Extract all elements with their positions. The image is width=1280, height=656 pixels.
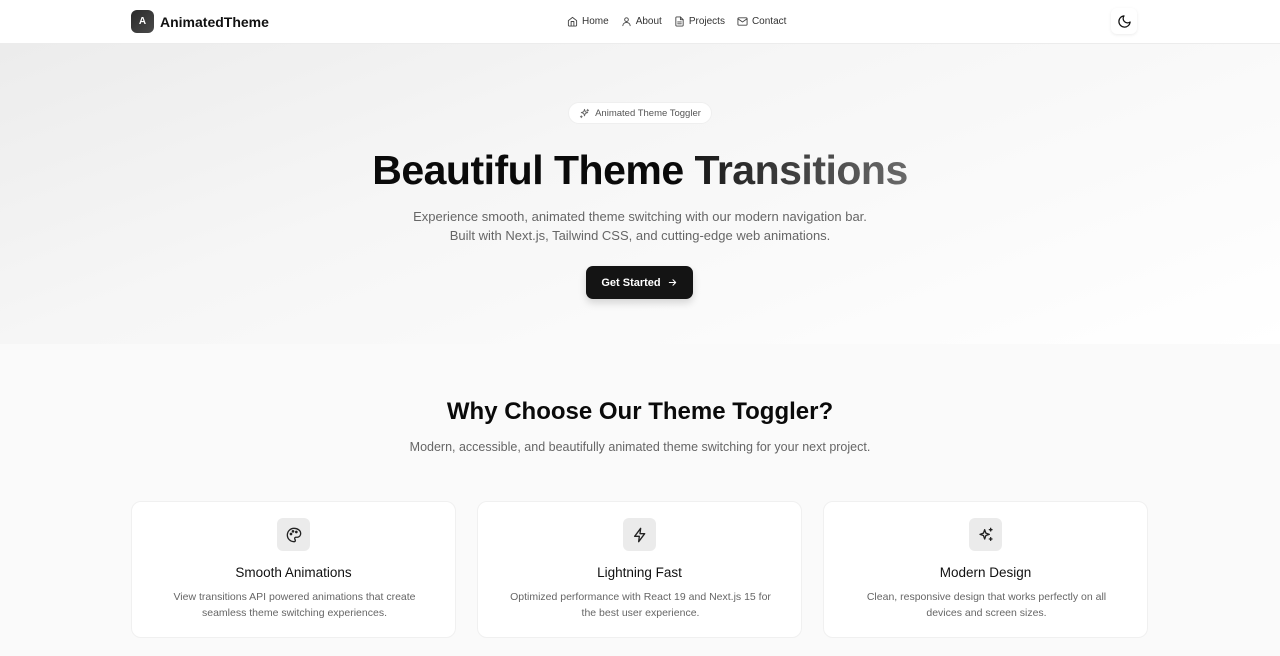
features-title: Why Choose Our Theme Toggler? — [446, 398, 834, 425]
hero-badge-label: Animated Theme Toggler — [595, 107, 701, 119]
nav-item-label: Home — [582, 15, 609, 27]
get-started-label: Get Started — [601, 276, 661, 289]
feature-card-modern-design: Modern Design Clean, responsive design t… — [823, 501, 1148, 638]
feature-icon-box — [623, 518, 656, 551]
feature-title: Modern Design — [939, 565, 1032, 580]
hero-badge: Animated Theme Toggler — [568, 102, 712, 124]
zap-icon — [633, 527, 645, 542]
moon-icon — [1117, 14, 1131, 28]
feature-description: Optimized performance with React 19 and … — [510, 591, 771, 619]
nav-item-about[interactable]: About — [621, 14, 662, 28]
user-icon — [622, 16, 631, 26]
get-started-button[interactable]: Get Started — [586, 266, 693, 299]
arrow-right-icon — [668, 279, 676, 286]
nav-item-label: Contact — [751, 15, 787, 27]
hero-title-main: Beautiful Theme — [372, 147, 695, 193]
nav-item-contact[interactable]: Contact — [737, 14, 786, 28]
sparkles-icon — [580, 108, 590, 118]
feature-description: View transitions API powered animations … — [173, 591, 416, 619]
nav-item-projects[interactable]: Projects — [674, 14, 725, 28]
sparkles-icon — [978, 527, 993, 541]
hero-title: Beautiful Theme Transitions — [0, 147, 1280, 194]
feature-card-smooth-animations: Smooth Animations View transitions API p… — [131, 501, 456, 638]
navbar: A AnimatedTheme Home About Projects Cont… — [0, 0, 1280, 44]
feature-title: Lightning Fast — [597, 565, 682, 580]
feature-icon-box — [277, 518, 310, 551]
feature-card-lightning-fast: Lightning Fast Optimized performance wit… — [477, 501, 802, 638]
file-icon — [675, 15, 684, 27]
brand-mark: A — [131, 10, 154, 33]
brand-logo[interactable]: A AnimatedTheme — [131, 10, 269, 33]
features-subtitle: Modern, accessible, and beautifully anim… — [409, 440, 871, 454]
feature-title: Smooth Animations — [235, 565, 352, 580]
palette-icon — [286, 527, 301, 542]
mail-icon — [737, 16, 748, 26]
hero-subtitle: Experience smooth, animated theme switch… — [413, 209, 867, 243]
feature-icon-box — [969, 518, 1002, 551]
home-icon — [567, 16, 578, 27]
main-nav: Home About Projects Contact — [567, 14, 798, 28]
nav-item-label: About — [635, 15, 662, 27]
nav-item-label: Projects — [688, 15, 725, 27]
hero-title-fade: Transitions — [694, 147, 909, 193]
nav-item-home[interactable]: Home — [567, 14, 609, 28]
hero-section: Animated Theme Toggler Beautiful Theme T… — [0, 44, 1280, 344]
brand-name: AnimatedTheme — [160, 13, 269, 30]
theme-toggle-button[interactable] — [1111, 8, 1137, 34]
feature-description: Clean, responsive design that works perf… — [866, 591, 1107, 619]
